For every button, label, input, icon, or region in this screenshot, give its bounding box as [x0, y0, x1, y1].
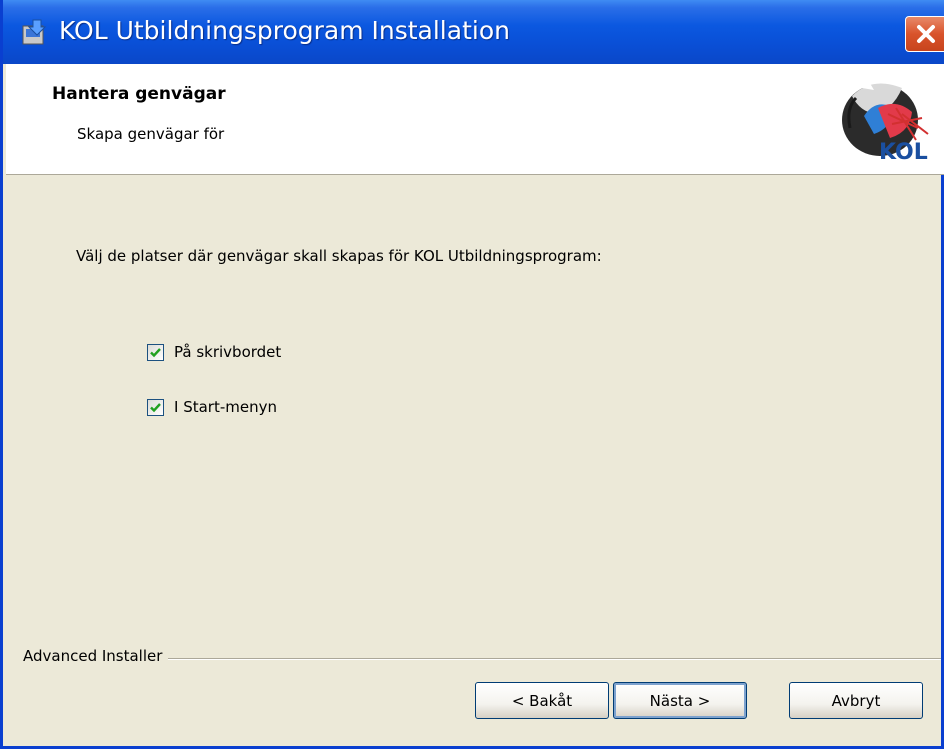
- option-desktop[interactable]: På skrivbordet: [147, 341, 281, 363]
- header-title: Hantera genvägar: [52, 84, 226, 104]
- title-bar[interactable]: KOL Utbildningsprogram Installation: [3, 0, 944, 64]
- window-title: KOL Utbildningsprogram Installation: [59, 16, 510, 45]
- instruction-text: Välj de platser där genvägar skall skapa…: [76, 247, 602, 265]
- header-subtitle: Skapa genvägar för: [77, 125, 225, 143]
- installer-icon: [19, 18, 49, 48]
- installer-window: KOL Utbildningsprogram Installation Hant…: [0, 0, 944, 749]
- logo-text: KOL: [879, 140, 928, 165]
- back-button[interactable]: < Bakåt: [475, 682, 609, 719]
- checkmark-icon: [150, 402, 161, 412]
- cancel-button[interactable]: Avbryt: [789, 682, 923, 719]
- kol-logo: KOL: [832, 68, 944, 172]
- desktop-checkbox[interactable]: [147, 343, 164, 361]
- dialog-header: Hantera genvägar Skapa genvägar för KOL: [6, 64, 944, 175]
- start-menu-option-label[interactable]: I Start-menyn: [174, 398, 277, 416]
- close-icon: [917, 25, 935, 43]
- close-button[interactable]: [905, 16, 944, 52]
- next-button[interactable]: Nästa >: [613, 682, 747, 719]
- option-start-menu[interactable]: I Start-menyn: [147, 396, 277, 418]
- checkmark-icon: [150, 347, 161, 357]
- installer-brand: Advanced Installer: [23, 647, 169, 665]
- desktop-option-label[interactable]: På skrivbordet: [174, 343, 281, 361]
- start-menu-checkbox[interactable]: [147, 398, 164, 416]
